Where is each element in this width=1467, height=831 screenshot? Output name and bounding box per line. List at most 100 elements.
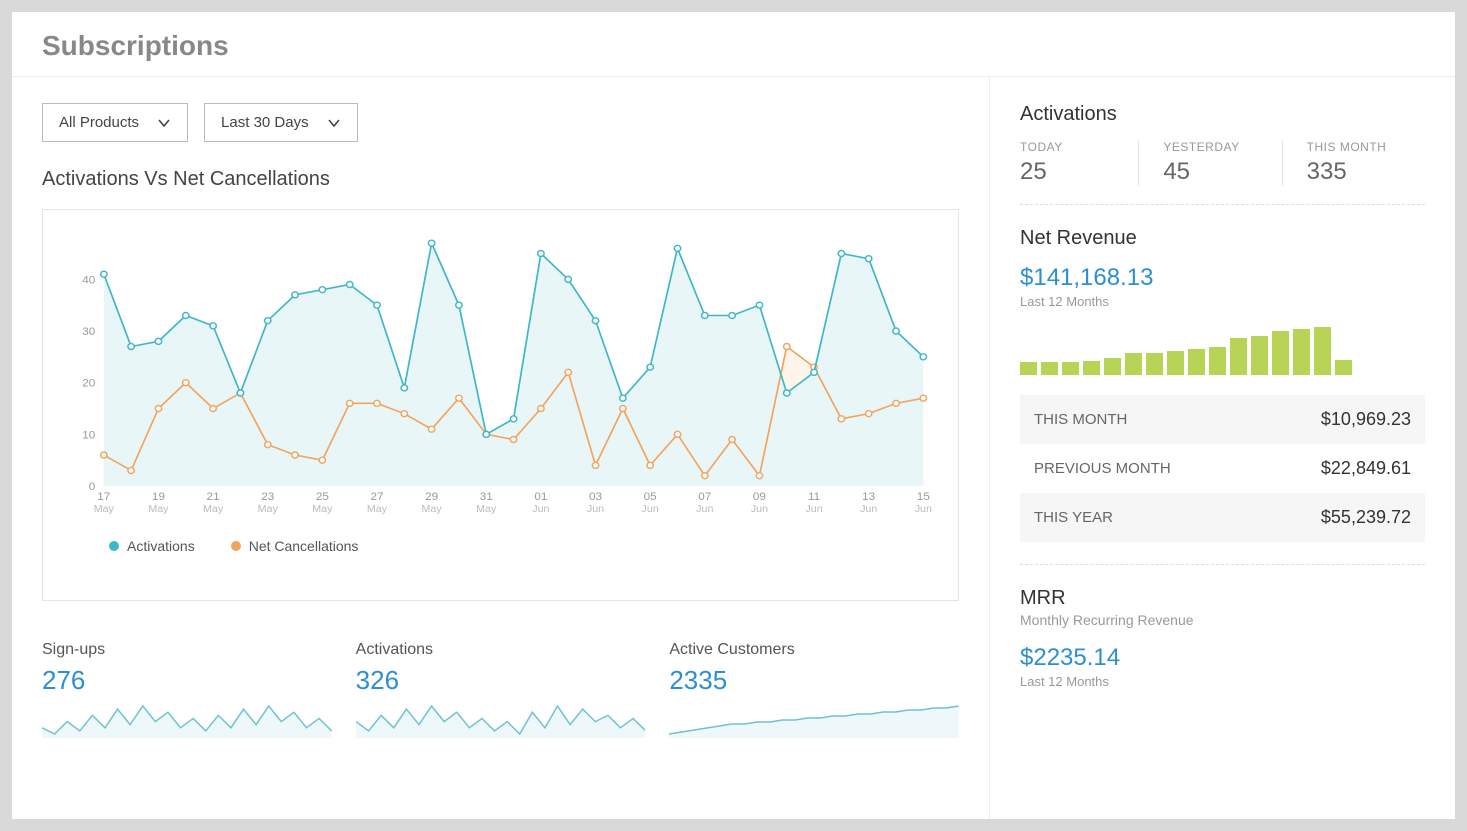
activations-chart: 01020304017May19May21May23May25May27May2… xyxy=(59,228,934,528)
svg-text:09: 09 xyxy=(753,491,766,503)
product-filter-dropdown[interactable]: All Products xyxy=(42,103,188,142)
svg-text:May: May xyxy=(94,504,115,515)
chevron-down-icon xyxy=(327,116,341,130)
mini-stat-label: Sign-ups xyxy=(42,641,332,659)
mini-stat[interactable]: Sign-ups 276 xyxy=(42,641,332,738)
svg-text:23: 23 xyxy=(261,491,274,503)
svg-text:May: May xyxy=(148,504,169,515)
svg-text:03: 03 xyxy=(589,491,602,503)
svg-text:May: May xyxy=(367,504,388,515)
mini-stat[interactable]: Active Customers2335 xyxy=(669,641,959,738)
svg-text:01: 01 xyxy=(534,491,547,503)
divider xyxy=(1020,204,1425,205)
activations-section-title: Activations xyxy=(1020,103,1425,126)
mini-stat[interactable]: Activations326 xyxy=(356,641,646,738)
revenue-bar xyxy=(1020,362,1037,375)
svg-text:17: 17 xyxy=(97,491,110,503)
revenue-bar xyxy=(1188,349,1205,375)
mrr-period: Last 12 Months xyxy=(1020,674,1425,689)
net-revenue-bars xyxy=(1020,323,1425,375)
mrr-subtitle: Monthly Recurring Revenue xyxy=(1020,612,1425,628)
dot-icon xyxy=(109,541,119,551)
revenue-bar xyxy=(1125,353,1142,375)
revenue-bar xyxy=(1293,329,1310,375)
chart-frame: 01020304017May19May21May23May25May27May2… xyxy=(42,209,959,601)
sparkline xyxy=(356,702,646,738)
revenue-row-amount: $10,969.23 xyxy=(1321,409,1411,430)
net-revenue-rows: THIS MONTH$10,969.23 PREVIOUS MONTH $22,84… xyxy=(1020,395,1425,542)
revenue-row: THIS MONTH$10,969.23 xyxy=(1020,395,1425,444)
svg-text:05: 05 xyxy=(644,491,657,503)
revenue-bar xyxy=(1146,353,1163,375)
revenue-row: THIS YEAR$55,239.72 xyxy=(1020,493,1425,542)
mini-stat-value: 276 xyxy=(42,665,332,696)
activation-card-label: THIS MONTH xyxy=(1307,140,1401,154)
svg-text:27: 27 xyxy=(370,491,383,503)
app-window: Subscriptions All Products Last 30 Days … xyxy=(12,12,1455,819)
legend-cancellations: Net Cancellations xyxy=(231,538,359,554)
svg-text:Jun: Jun xyxy=(805,504,822,515)
page-title: Subscriptions xyxy=(42,30,1425,62)
svg-text:30: 30 xyxy=(82,326,95,338)
svg-text:21: 21 xyxy=(207,491,220,503)
svg-text:15: 15 xyxy=(917,491,930,503)
net-revenue-title: Net Revenue xyxy=(1020,227,1425,250)
revenue-bar xyxy=(1314,327,1331,375)
svg-text:11: 11 xyxy=(808,491,820,503)
filters-row: All Products Last 30 Days xyxy=(42,103,959,142)
svg-text:May: May xyxy=(203,504,224,515)
net-revenue-section: Net Revenue $141,168.13 Last 12 Months T… xyxy=(1020,227,1425,565)
mrr-amount: $2235.14 xyxy=(1020,644,1425,672)
revenue-row-amount: $22,849.61 xyxy=(1321,458,1411,479)
legend-activations-label: Activations xyxy=(127,538,195,554)
activations-section: Activations TODAY25YESTERDAY45THIS MONTH… xyxy=(1020,103,1425,205)
revenue-bar xyxy=(1083,361,1100,375)
svg-text:May: May xyxy=(476,504,497,515)
activations-cards: TODAY 25 YESTERDAY45 THIS MONTH 335 xyxy=(1020,140,1425,186)
mrr-section: MRR Monthly Recurring Revenue $2235.14 L… xyxy=(1020,587,1425,689)
svg-text:Jun: Jun xyxy=(915,504,932,515)
legend-activations: Activations xyxy=(109,538,195,554)
activation-card: YESTERDAY45 xyxy=(1138,140,1281,186)
svg-text:May: May xyxy=(422,504,443,515)
sparkline xyxy=(42,702,332,738)
svg-text:0: 0 xyxy=(89,481,96,493)
activation-card: TODAY 25 xyxy=(1020,140,1138,186)
net-revenue-amount: $141,168.13 xyxy=(1020,264,1425,292)
svg-text:Jun: Jun xyxy=(587,504,604,515)
svg-text:Jun: Jun xyxy=(860,504,877,515)
svg-text:07: 07 xyxy=(698,491,711,503)
svg-text:13: 13 xyxy=(862,491,875,503)
range-filter-label: Last 30 Days xyxy=(221,114,309,131)
svg-text:25: 25 xyxy=(316,491,329,503)
revenue-row-label: THIS YEAR xyxy=(1034,509,1113,526)
svg-text:Jun: Jun xyxy=(642,504,659,515)
svg-text:Jun: Jun xyxy=(532,504,549,515)
revenue-row: PREVIOUS MONTH $22,849.61 xyxy=(1020,444,1425,493)
activation-card: THIS MONTH 335 xyxy=(1282,140,1425,186)
svg-text:31: 31 xyxy=(480,491,493,503)
chart-legend: Activations Net Cancellations xyxy=(59,528,934,554)
sparkline xyxy=(669,702,959,738)
chevron-down-icon xyxy=(157,116,171,130)
main-panel: All Products Last 30 Days Activations Vs… xyxy=(12,77,990,819)
svg-text:29: 29 xyxy=(425,491,438,503)
mini-stat-label: Activations xyxy=(356,641,646,659)
activation-card-label: TODAY xyxy=(1020,140,1114,154)
revenue-bar xyxy=(1251,336,1268,375)
svg-text:May: May xyxy=(258,504,279,515)
product-filter-label: All Products xyxy=(59,114,139,131)
activation-card-value: 335 xyxy=(1307,158,1401,186)
svg-text:19: 19 xyxy=(152,491,165,503)
revenue-bar xyxy=(1230,338,1247,375)
mini-stats-row: Sign-ups276Activations326Active Customer… xyxy=(42,641,959,738)
range-filter-dropdown[interactable]: Last 30 Days xyxy=(204,103,358,142)
svg-text:May: May xyxy=(312,504,333,515)
mini-stat-label: Active Customers xyxy=(669,641,959,659)
revenue-row-label: PREVIOUS MONTH xyxy=(1034,460,1171,477)
revenue-bar xyxy=(1209,347,1226,375)
divider xyxy=(1020,564,1425,565)
activation-card-value: 25 xyxy=(1020,158,1114,186)
net-revenue-period: Last 12 Months xyxy=(1020,294,1425,309)
revenue-bar xyxy=(1272,331,1289,375)
